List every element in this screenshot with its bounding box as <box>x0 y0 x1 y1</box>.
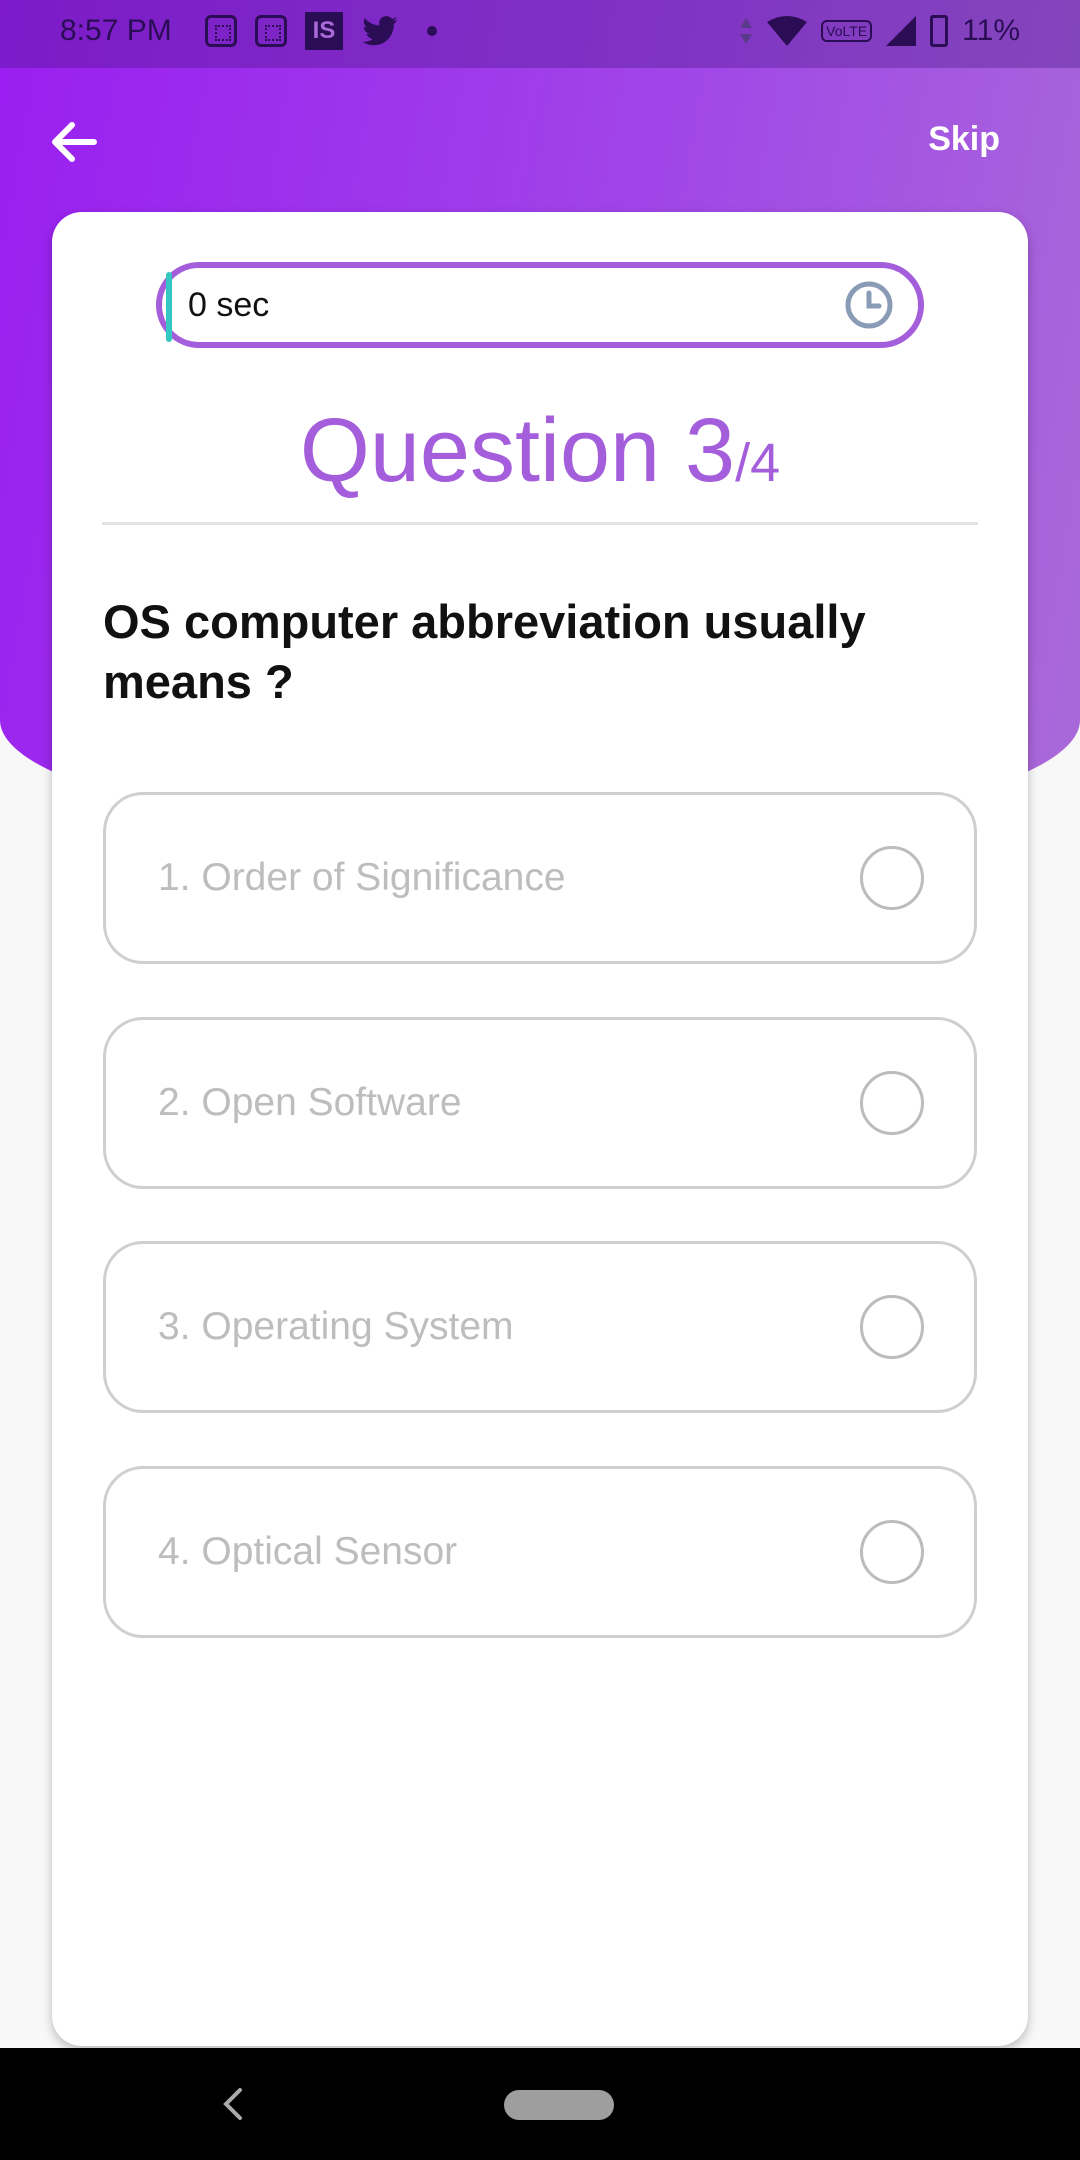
divider <box>102 522 978 525</box>
signal-icon <box>886 16 917 46</box>
grid-app-icon <box>205 15 237 47</box>
timer-text: 0 sec <box>188 285 270 324</box>
wifi-icon <box>767 16 808 46</box>
answer-option-label: 4. Optical Sensor <box>158 1530 458 1573</box>
arrow-left-icon[interactable] <box>44 112 104 172</box>
skip-button[interactable]: Skip <box>928 120 1000 159</box>
system-navigation-bar <box>0 2048 1080 2160</box>
radio-button-icon[interactable] <box>860 1520 924 1584</box>
answer-option-label: 3. Operating System <box>158 1305 514 1348</box>
timer-progress <box>166 272 172 342</box>
status-right: VoLTE 11% <box>739 14 1020 48</box>
question-total: /4 <box>735 433 781 493</box>
timer-bar: 0 sec <box>156 262 924 348</box>
notification-icons: IS <box>205 12 437 50</box>
question-card: 0 sec Question 3/4 OS computer abbreviat… <box>52 212 1028 2046</box>
volte-icon: VoLTE <box>821 20 873 42</box>
is-app-icon: IS <box>305 12 343 50</box>
twitter-bird-icon <box>362 16 398 46</box>
question-counter: Question 3/4 <box>52 400 1028 503</box>
notification-dot-icon <box>427 26 437 36</box>
answer-option[interactable]: 3. Operating System <box>103 1241 977 1413</box>
answer-option-label: 1. Order of Significance <box>158 856 566 899</box>
radio-button-icon[interactable] <box>860 1071 924 1135</box>
question-text: OS computer abbreviation usually means ? <box>103 595 866 708</box>
clock-icon <box>845 281 893 329</box>
answer-option[interactable]: 2. Open Software <box>103 1017 977 1189</box>
answer-option[interactable]: 1. Order of Significance <box>103 792 977 964</box>
battery-icon <box>930 15 949 47</box>
nav-home-button[interactable] <box>504 2090 614 2120</box>
question-number: Question 3 <box>299 401 736 501</box>
radio-button-icon[interactable] <box>860 846 924 910</box>
battery-percent: 11% <box>962 14 1020 47</box>
answer-option[interactable]: 4. Optical Sensor <box>103 1466 977 1638</box>
status-bar: 8:57 PM IS VoLTE 11% <box>0 0 1080 68</box>
radio-button-icon[interactable] <box>860 1295 924 1359</box>
nav-back-icon[interactable] <box>218 2084 248 2124</box>
data-arrows-icon <box>740 18 753 44</box>
status-time: 8:57 PM <box>60 14 172 47</box>
grid-app-icon <box>255 15 287 47</box>
answer-option-label: 2. Open Software <box>158 1081 462 1124</box>
